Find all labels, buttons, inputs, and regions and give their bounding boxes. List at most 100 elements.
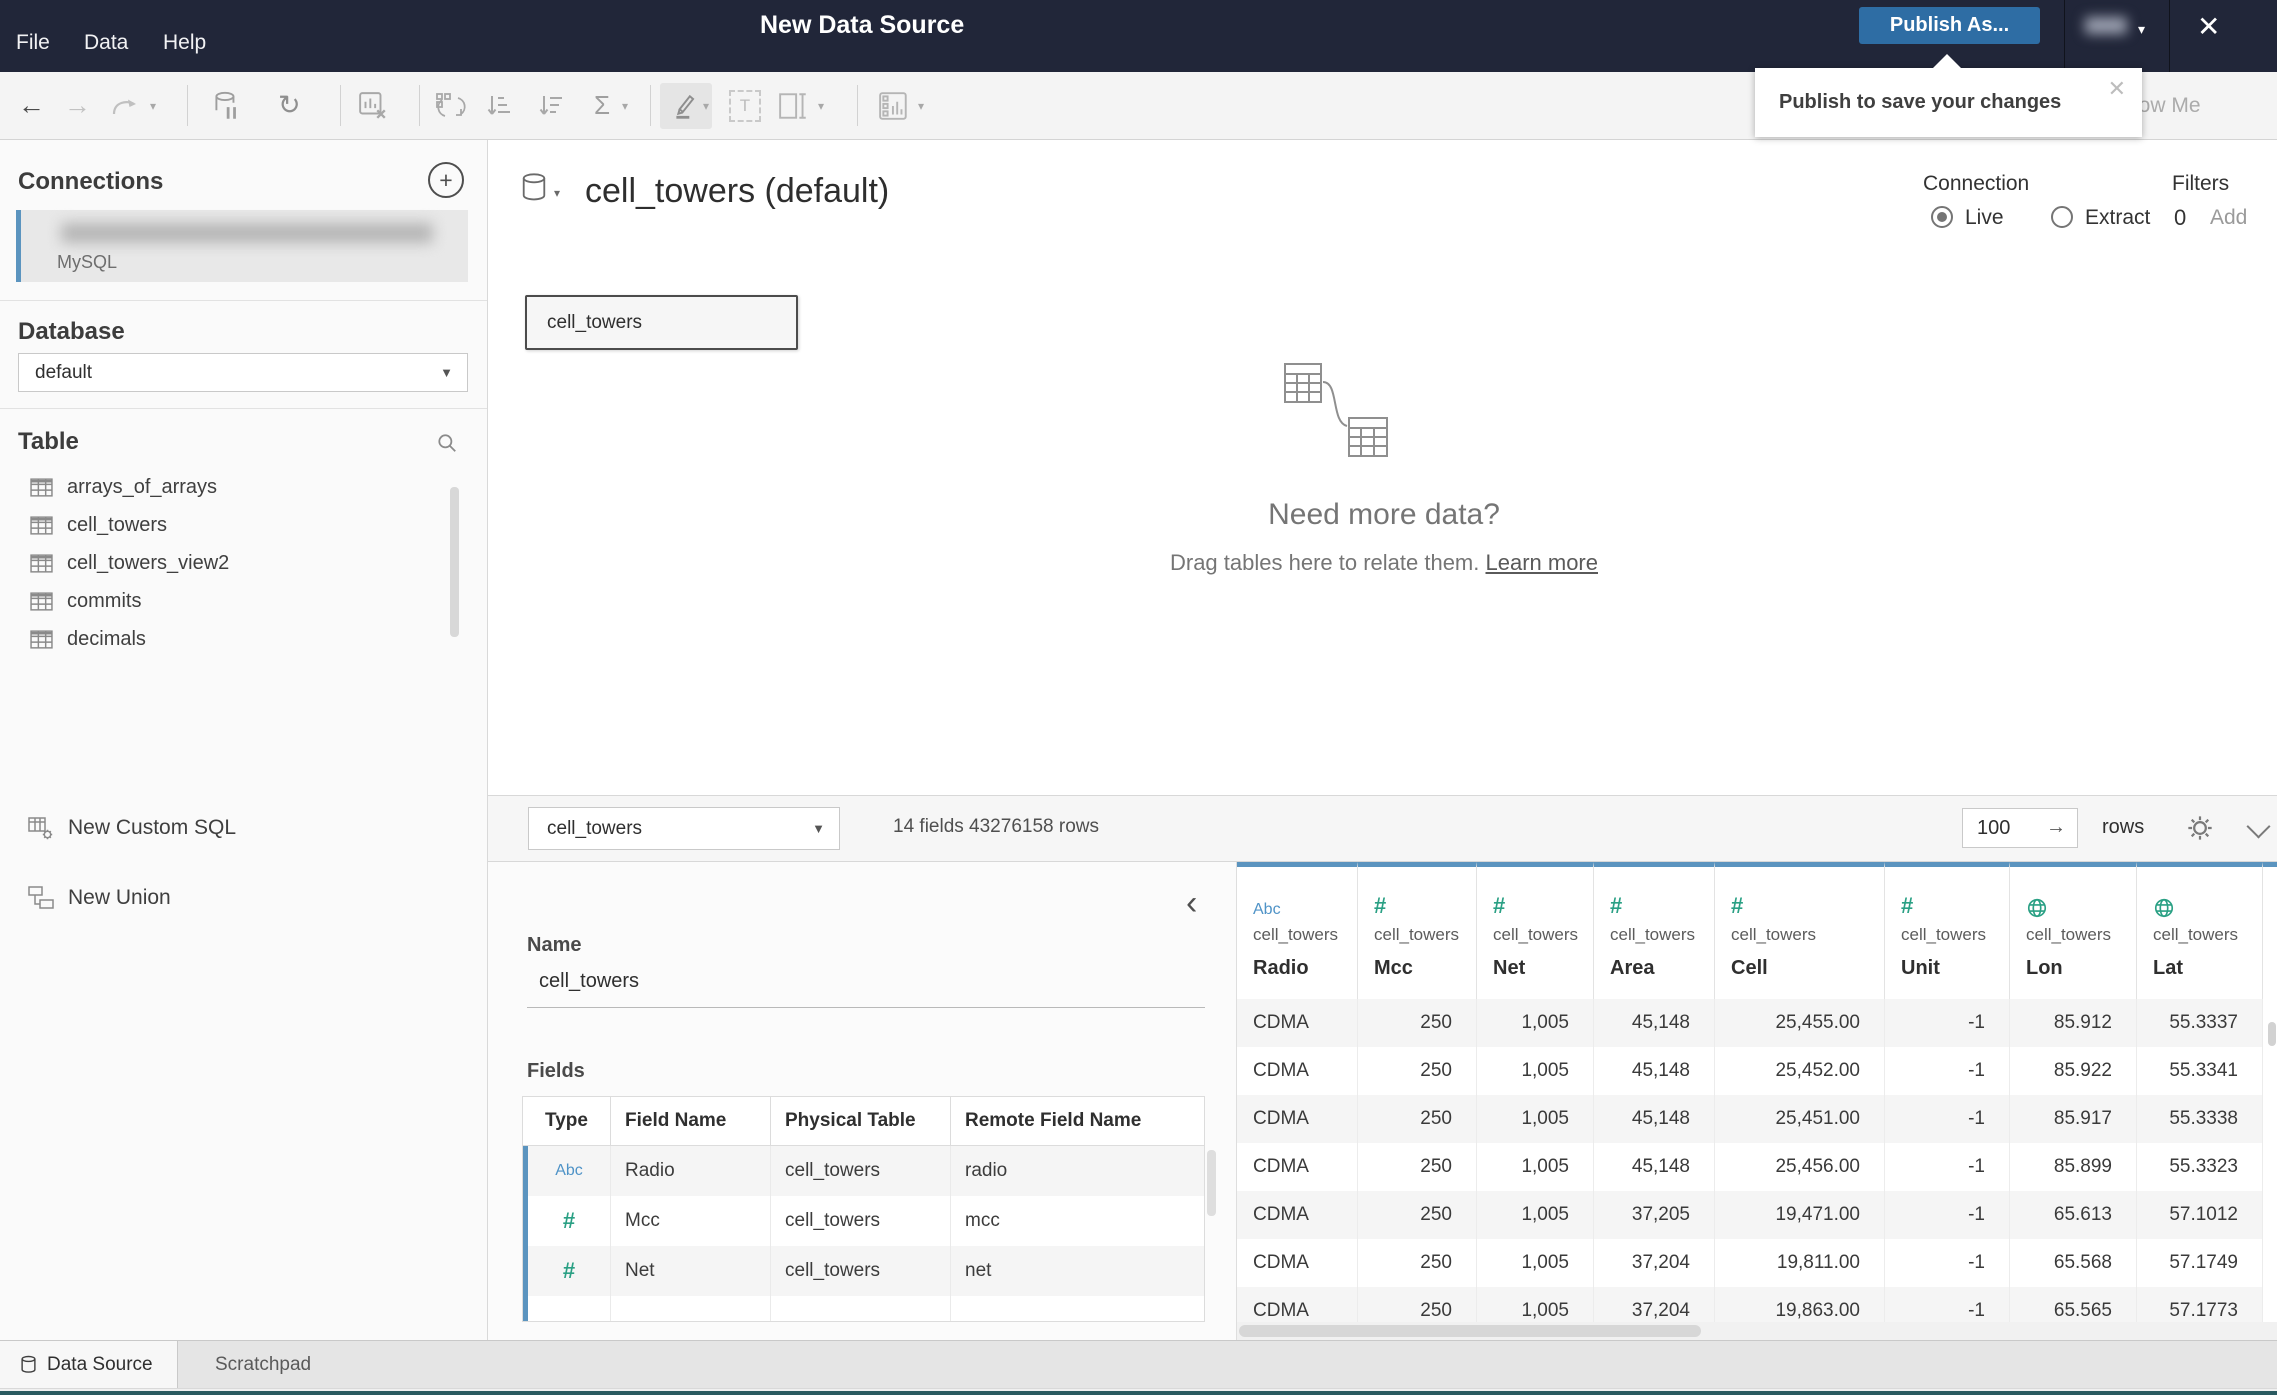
fields-table-row[interactable]: # Net cell_towers net	[523, 1246, 1204, 1296]
tab-data-source-label: Data Source	[47, 1353, 153, 1375]
grid-cell: 1,005	[1477, 1047, 1594, 1095]
tab-data-source[interactable]: Data Source	[0, 1341, 178, 1388]
refresh-icon[interactable]: ↻	[278, 72, 301, 139]
close-window-icon[interactable]: ✕	[2197, 13, 2220, 41]
grid-cell: CDMA	[1237, 1095, 1358, 1143]
sidebar-table-item[interactable]: decimals	[0, 620, 470, 658]
grid-column-header[interactable]: # cell_towers Cell	[1715, 862, 1885, 999]
grid-horizontal-scrollbar-track[interactable]	[1237, 1322, 2277, 1340]
back-button-icon[interactable]: ←	[18, 72, 45, 139]
grid-cell: 55.3341	[2137, 1047, 2263, 1095]
grid-row[interactable]: CDMA 250 1,005 37,204 19,863.00 -1 65.565 57.17…	[1237, 1287, 2263, 1322]
fit-layout-icon[interactable]	[778, 72, 810, 139]
grid-row[interactable]: CDMA 250 1,005 45,148 25,452.00 -1 85.922 55.33…	[1237, 1047, 2263, 1095]
text-label-icon[interactable]: T	[729, 72, 761, 139]
sort-descending-icon[interactable]	[538, 72, 566, 139]
pause-updates-icon[interactable]	[212, 72, 240, 139]
gear-icon[interactable]	[2186, 814, 2214, 847]
tab-scratchpad[interactable]: Scratchpad	[215, 1341, 311, 1388]
connection-item[interactable]: MySQL	[16, 210, 468, 282]
fields-table-row[interactable]: Abc Radio cell_towers radio	[523, 1146, 1204, 1196]
grid-horizontal-scrollbar-thumb[interactable]	[1239, 1325, 1701, 1337]
grid-column-header[interactable]: # cell_towers Net	[1477, 862, 1594, 999]
extract-radio[interactable]	[2051, 206, 2073, 228]
grid-row[interactable]: CDMA 250 1,005 37,205 19,471.00 -1 65.613 57.10…	[1237, 1191, 2263, 1239]
menu-data[interactable]: Data	[84, 31, 128, 55]
live-radio[interactable]	[1931, 206, 1953, 228]
field-name-cell: Net	[611, 1246, 771, 1296]
fit-chevron-icon[interactable]: ▾	[818, 72, 824, 139]
fields-table-header: Type Field Name Physical Table Remote Fi…	[523, 1097, 1204, 1146]
preview-table-select[interactable]: cell_towers ▼	[528, 807, 840, 850]
column-table-name: cell_towers	[1493, 925, 1579, 944]
grid-column-header[interactable]: # cell_towers Unit	[1885, 862, 2010, 999]
collapse-panel-icon[interactable]: ‹	[1186, 884, 1197, 923]
grid-cell: -1	[1885, 1095, 2010, 1143]
column-field-name: Unit	[1901, 957, 1940, 979]
relate-tables-illustration	[1283, 362, 1395, 469]
new-custom-sql-button[interactable]: New Custom SQL	[0, 808, 498, 848]
connection-type-label: MySQL	[57, 252, 118, 272]
column-field-name: Area	[1610, 957, 1655, 979]
live-radio-label[interactable]: Live	[1965, 206, 2004, 230]
sidebar-table-item[interactable]: cell_towers_view2	[0, 544, 470, 582]
totals-sigma-icon[interactable]: Σ	[594, 72, 610, 139]
sidebar-scrollbar[interactable]	[450, 487, 459, 637]
field-type-icon: #	[562, 1208, 576, 1233]
grid-vertical-scrollbar[interactable]	[2268, 1022, 2276, 1046]
table-name-input[interactable]: cell_towers	[539, 970, 639, 993]
learn-more-link[interactable]: Learn more	[1485, 550, 1598, 575]
grid-row[interactable]: CDMA 250 1,005 37,204 19,811.00 -1 65.568 57.17…	[1237, 1239, 2263, 1287]
publish-as-button[interactable]: Publish As...	[1859, 7, 2040, 44]
grid-cell: 250	[1358, 1047, 1477, 1095]
grid-row[interactable]: CDMA 250 1,005 45,148 25,455.00 -1 85.912 55.33…	[1237, 999, 2263, 1047]
grid-row[interactable]: CDMA 250 1,005 45,148 25,451.00 -1 85.917 55.33…	[1237, 1095, 2263, 1143]
fields-table-scrollbar[interactable]	[1207, 1150, 1216, 1216]
sidebar-table-item[interactable]: cell_towers	[0, 506, 470, 544]
redo-chevron-icon[interactable]: ▾	[150, 72, 156, 139]
grid-row[interactable]: CDMA 250 1,005 45,148 25,456.00 -1 85.899 55.33…	[1237, 1143, 2263, 1191]
database-heading: Database	[18, 318, 125, 345]
grid-cell: -1	[1885, 1191, 2010, 1239]
menu-file[interactable]: File	[16, 31, 50, 55]
show-me-chevron-icon[interactable]: ▾	[918, 72, 924, 139]
grid-column-header[interactable]: # cell_towers Mcc	[1358, 862, 1477, 999]
sort-chevron-down-icon[interactable]	[2246, 814, 2271, 839]
sidebar-table-item[interactable]: commits	[0, 582, 470, 620]
forward-button-icon[interactable]: →	[64, 72, 91, 139]
highlight-chevron-icon[interactable]: ▾	[703, 72, 709, 139]
grid-column-header[interactable]: # cell_towers Area	[1594, 862, 1715, 999]
grid-cell: 1,005	[1477, 1191, 1594, 1239]
apply-row-count-icon[interactable]: →	[2046, 816, 2066, 839]
datasource-database-icon[interactable]	[520, 172, 548, 209]
logical-table-card[interactable]: cell_towers	[525, 295, 798, 350]
field-type-icon: Abc	[555, 1162, 583, 1179]
grid-column-header[interactable]: Abc cell_towers Radio	[1237, 862, 1358, 999]
search-icon[interactable]	[436, 432, 458, 459]
show-me-panel-icon[interactable]	[878, 72, 910, 139]
menu-help[interactable]: Help	[163, 31, 206, 55]
table-name: decimals	[67, 627, 146, 650]
database-select[interactable]: default ▼	[18, 353, 468, 392]
new-union-button[interactable]: New Union	[0, 878, 498, 918]
grid-column-header[interactable]: cell_towers Lat	[2137, 862, 2263, 999]
grid-column-header[interactable]: cell_towers Lon	[2010, 862, 2137, 999]
highlight-pen-icon[interactable]	[671, 72, 699, 139]
sidebar-table-item[interactable]: arrays_of_arrays	[0, 468, 470, 506]
extract-radio-label[interactable]: Extract	[2085, 206, 2150, 230]
remote-field-cell: mcc	[965, 1210, 1000, 1231]
sort-ascending-icon[interactable]	[486, 72, 514, 139]
add-connection-icon[interactable]: +	[428, 162, 464, 198]
datasource-chevron-icon[interactable]: ▾	[554, 186, 560, 200]
redo-icon[interactable]	[110, 72, 142, 139]
account-chevron-down-icon[interactable]: ▾	[2138, 21, 2145, 38]
totals-chevron-icon[interactable]: ▾	[622, 72, 628, 139]
filters-add-link[interactable]: Add	[2210, 206, 2247, 230]
account-name-redacted[interactable]	[2085, 17, 2127, 34]
tooltip-close-icon[interactable]: ✕	[2108, 76, 2126, 102]
column-type-icon: Abc	[1253, 901, 1281, 918]
swap-rows-columns-icon[interactable]	[434, 72, 466, 139]
connection-section-label: Connection	[1923, 172, 2030, 195]
fields-table-row[interactable]: # Mcc cell_towers mcc	[523, 1196, 1204, 1246]
clear-sheet-icon[interactable]	[358, 72, 388, 139]
